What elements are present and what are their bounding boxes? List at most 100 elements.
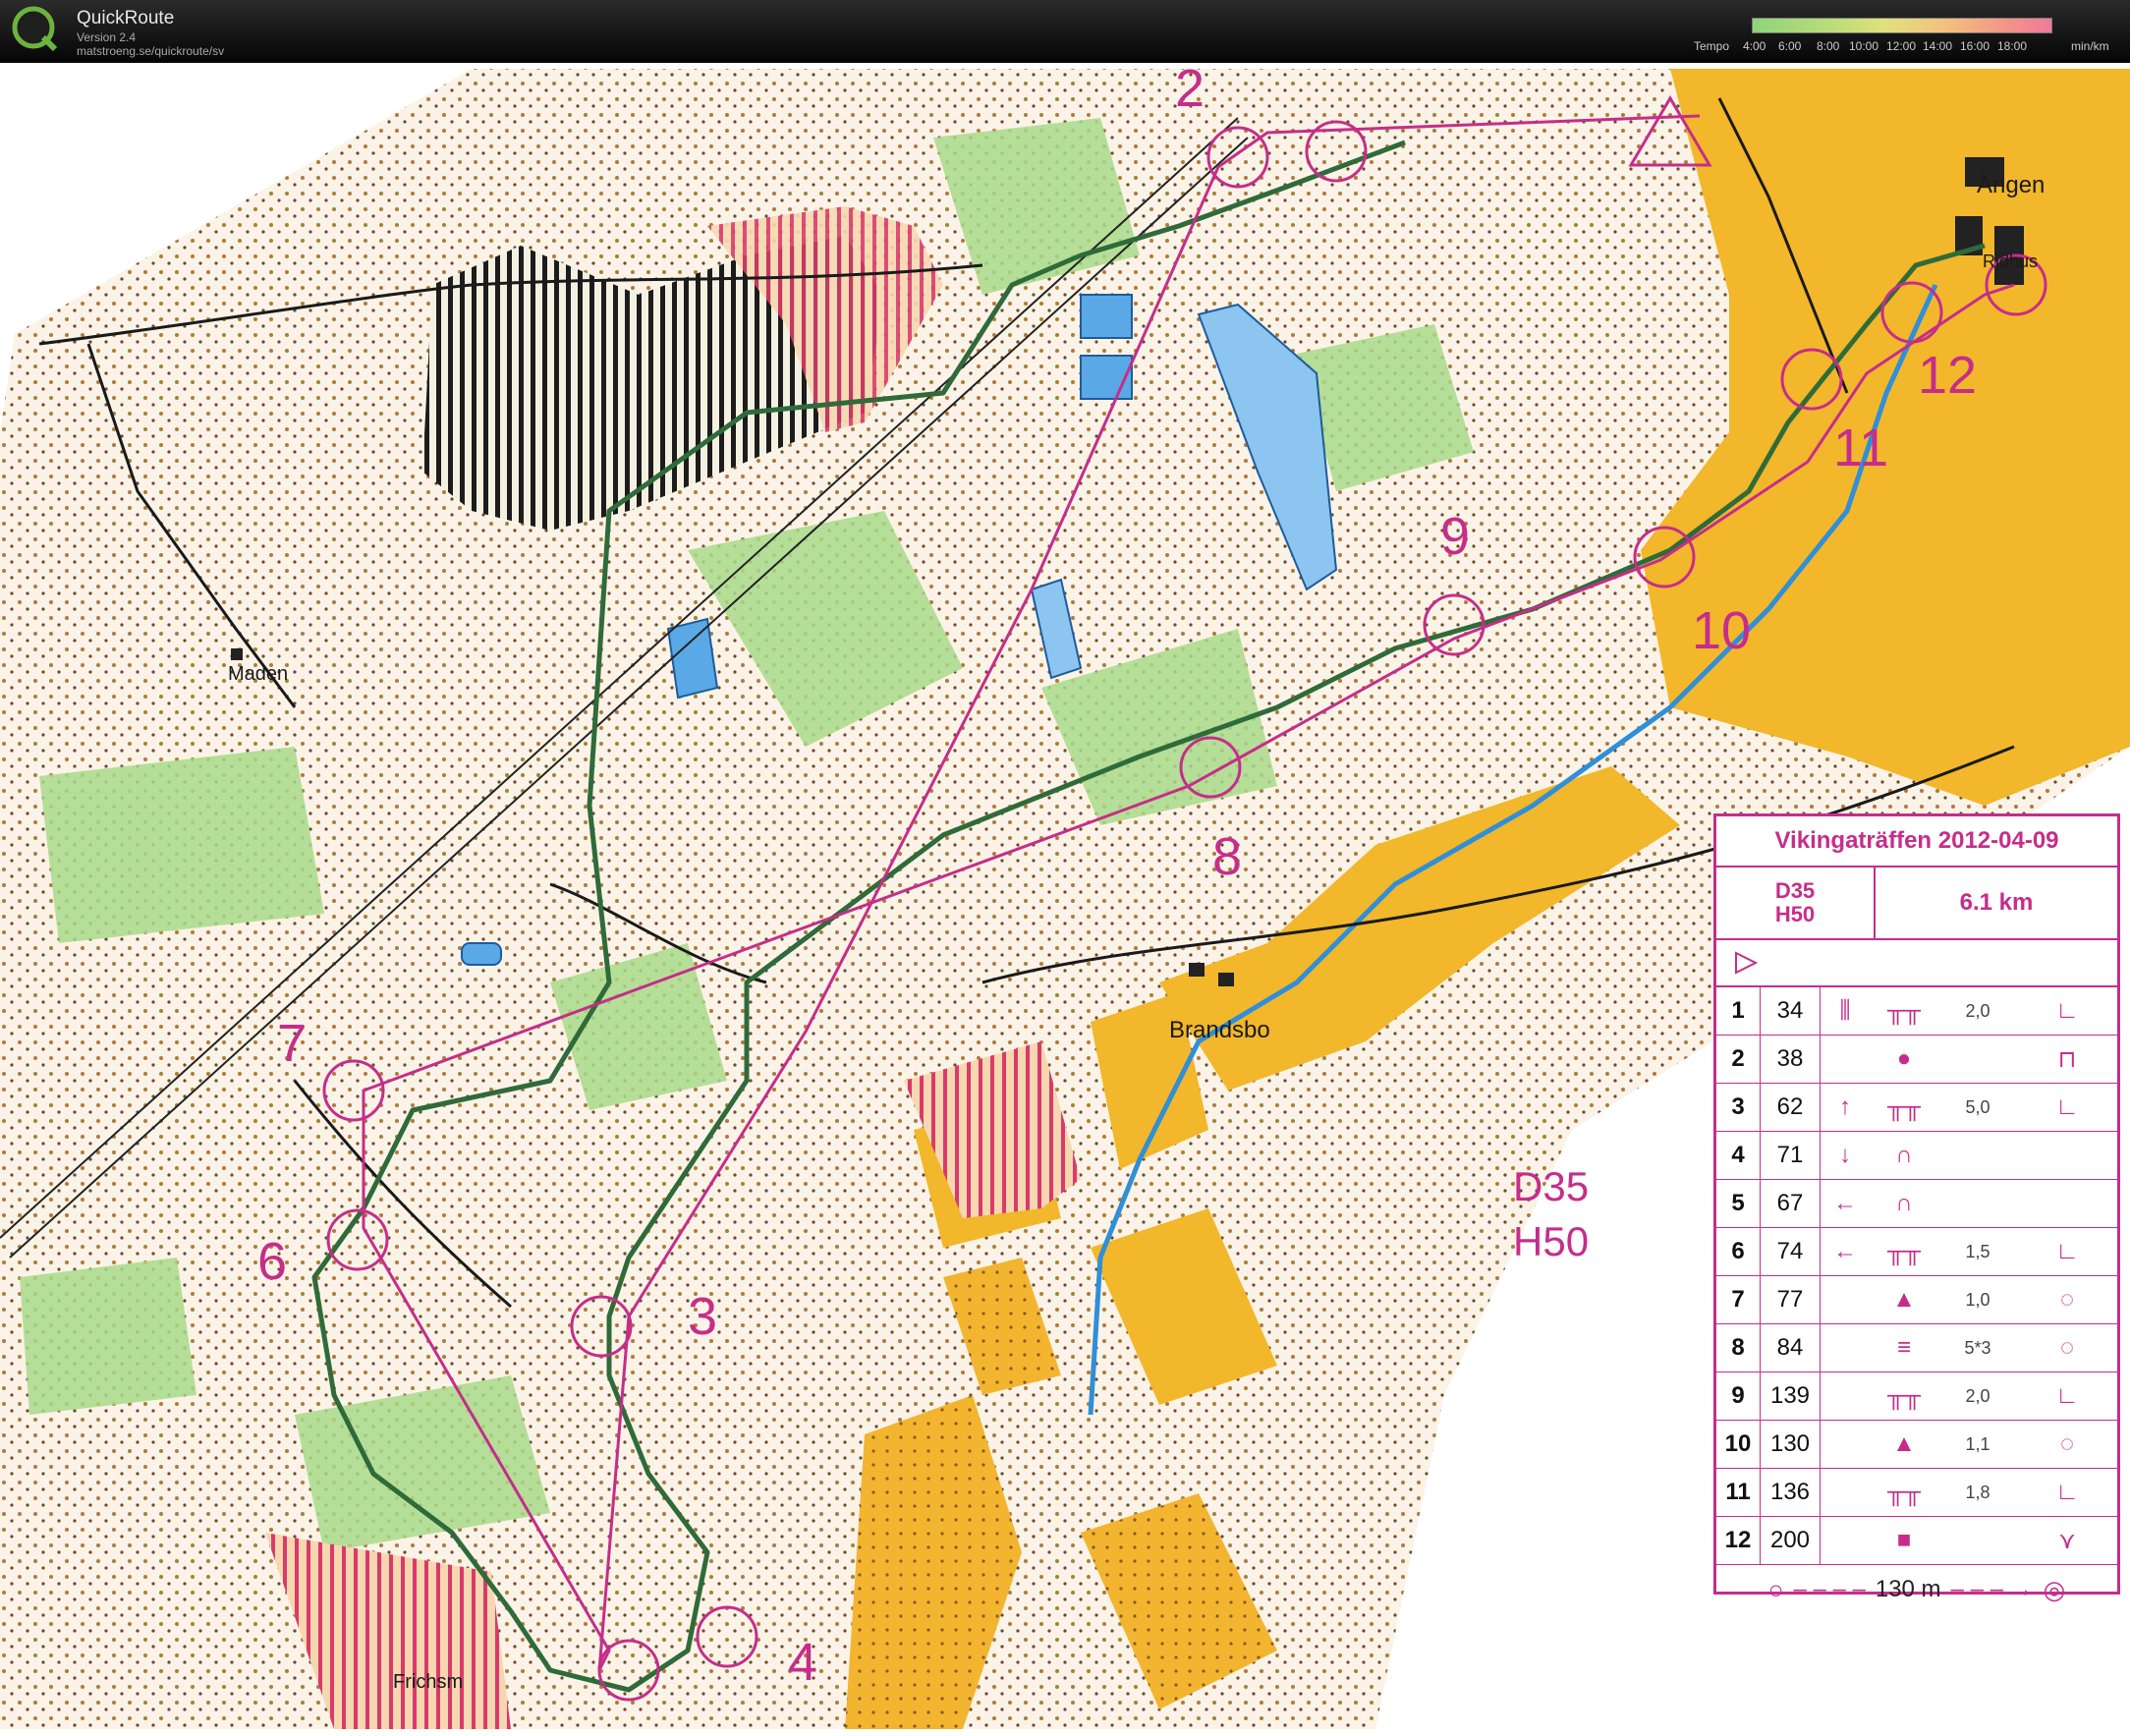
- location-corner-icon: ∟: [2055, 997, 2079, 1024]
- location-junction-icon: ⋎: [2058, 1527, 2076, 1554]
- control-code: 34: [1760, 987, 1821, 1035]
- app-version: Version 2.4: [77, 30, 137, 44]
- location-top-icon: ⊓: [2057, 1045, 2077, 1073]
- knoll-icon: ∩: [1895, 1142, 1913, 1168]
- control-row: 5 67 ← ∩: [1716, 1180, 2117, 1228]
- class-label: H50: [1513, 1218, 1590, 1264]
- control-number: 2: [1175, 63, 1205, 118]
- control-code: 74: [1760, 1228, 1821, 1275]
- control-row: 11 136 ╥╥ 1,8 ∟: [1716, 1469, 2117, 1517]
- control-code: 38: [1760, 1036, 1821, 1083]
- place-name: Frichsm: [393, 1671, 463, 1693]
- location-corner-icon: ∟: [2055, 1382, 2079, 1409]
- control-no: 10: [1724, 1430, 1752, 1457]
- knoll-icon: ∩: [1895, 1190, 1913, 1216]
- control-dimension: 1,8: [1965, 1482, 1990, 1502]
- cliff-icon: ╥╥: [1886, 1238, 1921, 1264]
- control-number: 7: [277, 1014, 307, 1073]
- control-dimension: 1,1: [1965, 1433, 1990, 1454]
- tempo-color-scale: [1752, 18, 2052, 33]
- place-name: Ängen: [1977, 172, 2045, 198]
- location-corner-icon: ∟: [2055, 1479, 2079, 1505]
- control-code: 130: [1760, 1421, 1821, 1468]
- control-code: 139: [1760, 1372, 1821, 1420]
- cliff-icon: ╥╥: [1886, 997, 1921, 1024]
- control-description-sheet: Vikingaträffen 2012-04-09 D35 H50 6.1 km…: [1713, 813, 2120, 1604]
- control-number: 8: [1212, 827, 1242, 886]
- control-code: 136: [1760, 1469, 1821, 1516]
- control-number: 12: [1918, 346, 1977, 405]
- control-code: 62: [1760, 1084, 1821, 1131]
- tempo-unit: min/km: [2071, 39, 2109, 53]
- control-code: 67: [1760, 1180, 1821, 1227]
- control-dimension: 2,0: [1965, 1000, 1990, 1021]
- control-number: 4: [788, 1633, 817, 1692]
- control-no: 11: [1725, 1479, 1751, 1505]
- control-row: 9 139 ╥╥ 2,0 ∟: [1716, 1372, 2117, 1421]
- control-no: 5: [1731, 1190, 1745, 1216]
- app-title: QuickRoute: [77, 8, 175, 28]
- control-no: 8: [1731, 1334, 1745, 1361]
- app-url: matstroeng.se/quickroute/sv: [77, 44, 225, 58]
- control-row: 12 200 ■ ⋎: [1716, 1517, 2117, 1565]
- location-side-icon: ◌: [2059, 1286, 2075, 1313]
- description-classes: D35 H50: [1716, 868, 1876, 938]
- course-length: 6.1 km: [1959, 889, 2034, 916]
- control-no: 9: [1731, 1382, 1745, 1409]
- location-corner-icon: ∟: [2055, 1238, 2079, 1264]
- control-row: 6 74 ← ╥╥ 1,5 ∟: [1716, 1228, 2117, 1276]
- description-class: H50: [1774, 902, 1816, 926]
- tempo-tick: 14:00: [1923, 39, 1953, 53]
- control-code: 77: [1760, 1276, 1821, 1323]
- tempo-tick: 12:00: [1886, 39, 1917, 53]
- north-arrow-icon: ↑: [1839, 1093, 1851, 1120]
- control-dimension: 5*3: [1964, 1337, 1991, 1358]
- west-arrow-icon: ←: [1833, 1238, 1857, 1264]
- control-dimension: 1,0: [1965, 1289, 1990, 1310]
- location-corner-icon: ∟: [2055, 1093, 2079, 1120]
- control-number: 9: [1440, 507, 1470, 566]
- tempo-tick: 8:00: [1817, 39, 1840, 53]
- finish-distance: 130 m: [1875, 1576, 1941, 1602]
- control-no: 3: [1731, 1093, 1745, 1120]
- building-icon: ■: [1896, 1527, 1912, 1553]
- control-row: 8 84 ≡ 5*3 ◌: [1716, 1324, 2117, 1372]
- boulder-cluster-icon: ▲: [1892, 1430, 1916, 1457]
- control-dimension: 5,0: [1965, 1096, 1990, 1117]
- description-class: D35: [1774, 878, 1816, 903]
- control-code: 84: [1760, 1324, 1821, 1372]
- app-title-bar: QuickRoute Version 2.4 matstroeng.se/qui…: [0, 0, 2130, 63]
- place-name: Ridhus: [1983, 252, 2038, 271]
- control-number: 11: [1833, 419, 1888, 477]
- control-no: 12: [1724, 1527, 1752, 1553]
- finish-row: ○ – – – – 130 m – – – → ◎: [1767, 1574, 2066, 1604]
- control-no: 4: [1731, 1142, 1745, 1168]
- location-side-icon: ◌: [2059, 1334, 2075, 1361]
- control-number: 6: [257, 1232, 287, 1291]
- location-side-icon: ◌: [2059, 1430, 2075, 1457]
- control-row: 7 77 ▲ 1,0 ◌: [1716, 1276, 2117, 1324]
- start-triangle-icon: [1735, 951, 1759, 975]
- west-arrow-icon: ←: [1833, 1190, 1857, 1216]
- control-number: 3: [688, 1287, 717, 1346]
- class-label: D35: [1513, 1163, 1590, 1209]
- cliff-icon: ╥╥: [1886, 1382, 1921, 1409]
- control-row: 4 71 ↓ ∩: [1716, 1132, 2117, 1180]
- control-code: 200: [1760, 1517, 1821, 1564]
- finish-circle-icon: ◎: [2043, 1574, 2066, 1604]
- place-name: Brandsbo: [1169, 1017, 1270, 1043]
- tempo-label: Tempo: [1694, 39, 1730, 53]
- control-no: 6: [1731, 1238, 1745, 1264]
- start-row: [1716, 940, 2117, 987]
- control-no: 1: [1731, 997, 1745, 1024]
- tempo-tick: 6:00: [1778, 39, 1802, 53]
- tempo-tick: 4:00: [1743, 39, 1766, 53]
- control-row: 2 38 ● ⊓: [1716, 1036, 2117, 1084]
- tempo-tick: 18:00: [1997, 39, 2028, 53]
- control-no: 7: [1731, 1286, 1745, 1313]
- place-name: Maden: [228, 663, 288, 685]
- tempo-tick: 10:00: [1849, 39, 1879, 53]
- control-dimension: 2,0: [1965, 1385, 1990, 1406]
- cliff-icon: ╥╥: [1886, 1479, 1921, 1505]
- control-number: 10: [1692, 601, 1751, 660]
